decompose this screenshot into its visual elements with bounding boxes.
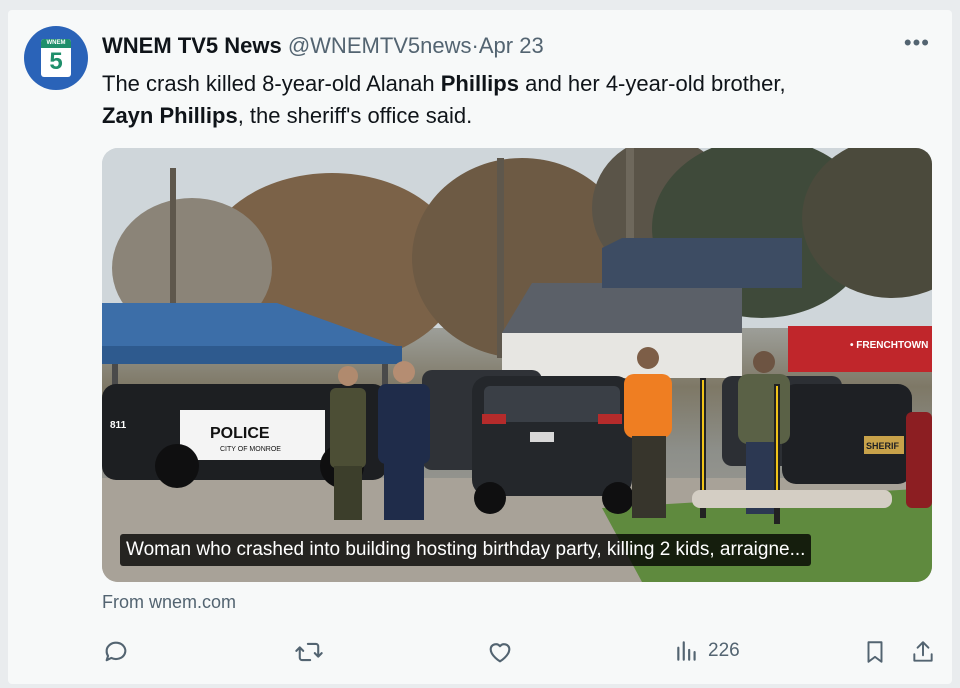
heart-icon xyxy=(489,643,511,663)
retweet-button[interactable] xyxy=(294,638,324,666)
tweet-text-highlight: Phillips xyxy=(440,71,519,96)
reply-button[interactable] xyxy=(102,638,130,666)
like-button[interactable] xyxy=(486,638,514,666)
firetruck-text: • FRENCHTOWN xyxy=(850,340,928,351)
views-icon xyxy=(677,641,696,661)
avatar[interactable]: WNEM 5 xyxy=(24,26,88,90)
author-handle[interactable]: @WNEMTV5news xyxy=(288,33,472,58)
news-photo: • FRENCHTOWN POLICE CITY OF MONROE 811 S… xyxy=(102,148,932,582)
tweet-text: The crash killed 8-year-old Alanah Phill… xyxy=(102,68,922,132)
suv xyxy=(472,376,634,514)
wnem-logo: WNEM 5 xyxy=(41,39,71,77)
views-count: 226 xyxy=(708,640,740,661)
tweet-text-part: The crash killed 8-year-old Alanah xyxy=(102,71,441,96)
police-subtext: CITY OF MONROE xyxy=(220,446,281,453)
bookmark-icon xyxy=(867,641,883,663)
more-options-icon[interactable]: ••• xyxy=(904,32,930,54)
car-number: 811 xyxy=(110,420,127,431)
author-name[interactable]: WNEM TV5 News xyxy=(102,33,282,58)
link-card-image[interactable]: • FRENCHTOWN POLICE CITY OF MONROE 811 S… xyxy=(102,148,932,582)
fire-truck: • FRENCHTOWN xyxy=(788,326,932,372)
logo-text: WNEM xyxy=(41,39,71,48)
tweet-date[interactable]: Apr 23 xyxy=(479,33,544,58)
share-icon xyxy=(913,641,933,662)
link-card-caption[interactable]: Woman who crashed into building hosting … xyxy=(120,534,812,566)
tweet-header: WNEM TV5 News @WNEMTV5news·Apr 23 xyxy=(102,32,544,60)
link-source[interactable]: From wnem.com xyxy=(102,592,236,613)
bookmark-button[interactable] xyxy=(862,638,888,666)
sheriff-text: SHERIF xyxy=(866,441,900,451)
tweet-text-part: , the sheriff's office said. xyxy=(237,103,473,128)
separator-dot: · xyxy=(471,33,479,58)
tweet-text-part: and her 4-year-old brother, xyxy=(518,71,786,96)
retweet-icon xyxy=(295,642,323,662)
tweet-actions: 226 xyxy=(102,638,933,666)
reply-icon xyxy=(105,641,127,662)
views-button[interactable]: 226 xyxy=(674,638,740,664)
logo-number: 5 xyxy=(49,48,63,75)
tweet-text-highlight: Zayn Phillips xyxy=(102,103,238,128)
tweet-card[interactable]: WNEM 5 WNEM TV5 News @WNEMTV5news·Apr 23… xyxy=(8,10,952,684)
police-text: POLICE xyxy=(210,425,270,442)
share-button[interactable] xyxy=(910,638,936,666)
